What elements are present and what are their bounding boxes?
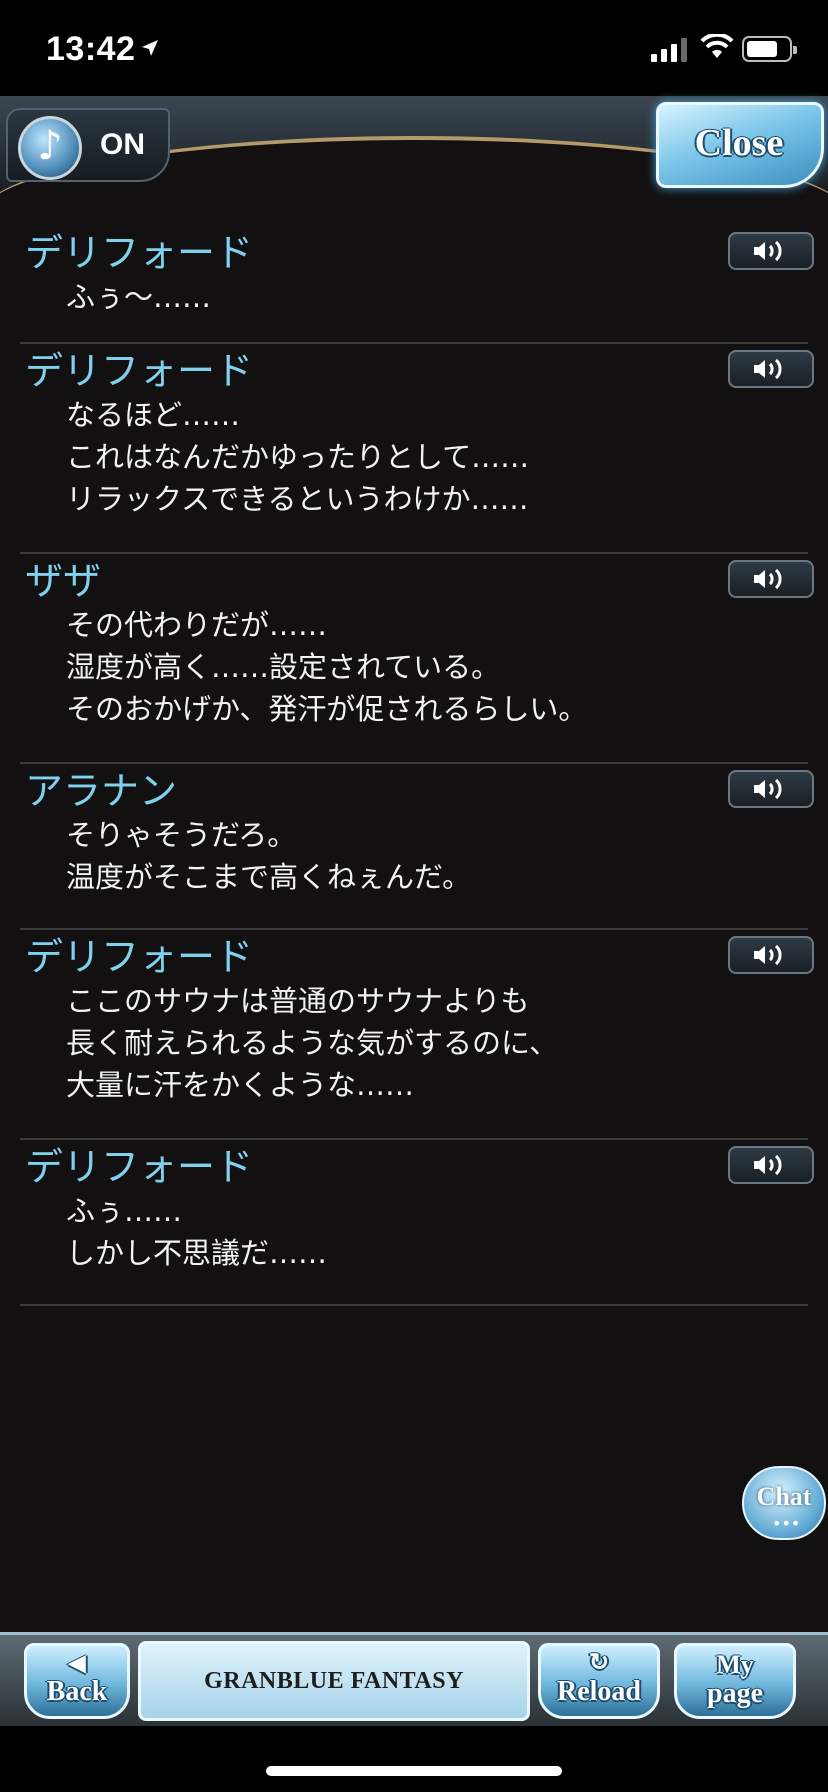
voice-play-button[interactable] (728, 232, 814, 270)
chat-button[interactable]: Chat ••• (742, 1466, 826, 1540)
voice-play-button[interactable] (728, 1146, 814, 1184)
status-time: 13:42 (46, 30, 136, 68)
dialogue-line: しかし不思議だ…… (66, 1236, 328, 1270)
dialogue-line: なるほど…… (66, 398, 241, 432)
dialogue-line: そのおかげか、発汗が促されるらしい。 (66, 692, 588, 726)
log-header: ♪ ON Close (0, 96, 828, 336)
dialogue-line: ここのサウナは普通のサウナよりも (66, 984, 530, 1018)
list-item: デリフォード ふぅ…… しかし不思議だ…… (20, 1140, 814, 1306)
dialogue-line: そりゃそうだろ。 (66, 818, 297, 852)
voice-play-button[interactable] (728, 936, 814, 974)
list-item: デリフォード ふぅ～…… (20, 226, 814, 344)
voice-play-button[interactable] (728, 560, 814, 598)
bgm-state-label: ON (100, 128, 145, 161)
wifi-icon (700, 34, 734, 58)
back-arrow-icon: ◀ (68, 1650, 86, 1675)
speaker-icon (754, 240, 782, 262)
speaker-icon (754, 778, 782, 800)
ellipsis-icon: ••• (772, 1514, 801, 1533)
back-button[interactable]: ◀ Back (24, 1643, 130, 1719)
speaker-icon (754, 568, 782, 590)
cellular-signal-icon (651, 38, 687, 62)
logo-text: GRANBLUE FANTASY (204, 1668, 464, 1694)
speaker-name: アラナン (25, 769, 178, 813)
bottom-navigation: ◀ Back GRANBLUE FANTASY ↻ Reload My page (0, 1632, 828, 1726)
story-log-screen: ♪ ON Close デリフォード ふぅ～…… デリフォード なるほど…… これ… (0, 96, 828, 1726)
dialogue-line: リラックスできるというわけか…… (66, 482, 529, 516)
home-indicator[interactable] (266, 1766, 562, 1776)
speaker-name: デリフォード (25, 935, 254, 979)
list-item: デリフォード ここのサウナは普通のサウナよりも 長く耐えられるような気がするのに… (20, 930, 814, 1140)
dialogue-line: 湿度が高く……設定されている。 (66, 650, 501, 684)
speaker-name: デリフォード (25, 1145, 254, 1189)
speaker-icon (754, 944, 782, 966)
dialogue-line: これはなんだかゆったりとして…… (66, 440, 530, 474)
dialogue-log-list: デリフォード ふぅ～…… デリフォード なるほど…… これはなんだかゆったりとし… (0, 226, 828, 1306)
reload-button-label: Reload (557, 1676, 641, 1707)
dialogue-line: 長く耐えられるような気がするのに、 (66, 1026, 559, 1060)
speaker-name: デリフォード (25, 231, 254, 275)
voice-play-button[interactable] (728, 350, 814, 388)
voice-play-button[interactable] (728, 770, 814, 808)
close-button[interactable]: Close (656, 102, 824, 188)
back-button-label: Back (46, 1676, 108, 1707)
location-arrow-icon (142, 40, 158, 56)
game-logo: GRANBLUE FANTASY (138, 1641, 530, 1721)
bgm-toggle-button[interactable]: ♪ ON (6, 108, 170, 182)
mypage-button[interactable]: My page (674, 1643, 796, 1719)
mypage-line2: page (707, 1678, 763, 1709)
chat-button-label: Chat (756, 1482, 812, 1511)
list-item: アラナン そりゃそうだろ。 温度がそこまで高くねぇんだ。 (20, 764, 814, 930)
battery-icon (742, 36, 797, 62)
close-button-label: Close (694, 122, 784, 164)
mypage-line1: My (716, 1650, 754, 1679)
list-item: ザザ その代わりだが…… 湿度が高く……設定されている。 そのおかげか、発汗が促… (20, 554, 814, 764)
dialogue-line: ふぅ～…… (66, 280, 212, 314)
speaker-icon (754, 358, 782, 380)
status-bar: 13:42 (0, 0, 828, 96)
music-note-icon: ♪ (18, 116, 82, 180)
dialogue-line: ふぅ…… (66, 1194, 183, 1228)
dialogue-line: その代わりだが…… (66, 608, 328, 642)
dialogue-line: 温度がそこまで高くねぇんだ。 (66, 860, 472, 894)
reload-icon: ↻ (588, 1650, 610, 1676)
speaker-name: デリフォード (25, 349, 254, 393)
speaker-icon (754, 1154, 782, 1176)
dialogue-line: 大量に汗をかくような…… (66, 1068, 415, 1102)
speaker-name: ザザ (25, 559, 102, 603)
reload-button[interactable]: ↻ Reload (538, 1643, 660, 1719)
list-item: デリフォード なるほど…… これはなんだかゆったりとして…… リラックスできると… (20, 344, 814, 554)
